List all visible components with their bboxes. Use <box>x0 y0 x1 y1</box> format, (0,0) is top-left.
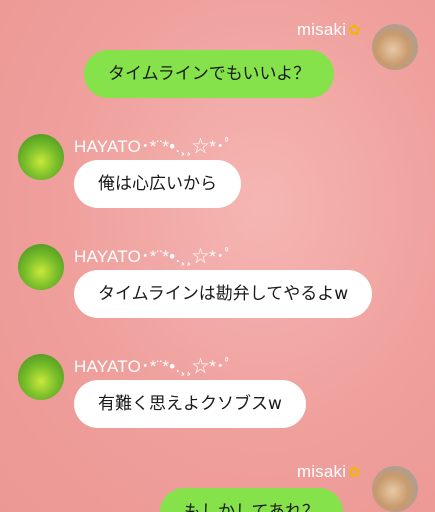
sender-name: HAYATO･*¨*•.¸¸☆*･ﾟ <box>74 357 234 376</box>
contact-avatar[interactable] <box>18 354 64 400</box>
sender-name: misaki ✿ <box>296 20 361 39</box>
message-bubble[interactable]: タイムラインは勘弁してやるよw <box>74 270 373 318</box>
contact-avatar[interactable] <box>18 244 64 290</box>
message-bubble[interactable]: 俺は心広いから <box>74 160 241 208</box>
sender-name: HAYATO･*¨*•.¸¸☆*･ﾟ <box>74 247 234 266</box>
sunflower-icon: ✿ <box>348 464 361 481</box>
sender-name: misaki ✿ <box>296 462 361 481</box>
message-bubble[interactable]: もしかしてあれ？ <box>160 488 343 512</box>
contact-avatar[interactable] <box>18 134 64 180</box>
chat-area: misaki ✿ タイムラインでもいいよ？ HAYATO･*¨*•.¸¸☆*･ﾟ … <box>0 0 435 512</box>
sunflower-icon: ✿ <box>348 22 361 39</box>
message-bubble[interactable]: タイムラインでもいいよ？ <box>84 50 335 98</box>
user-avatar[interactable] <box>372 466 418 512</box>
message-bubble[interactable]: 有難く思えよクソブスw <box>74 380 306 428</box>
user-avatar[interactable] <box>372 24 418 70</box>
sender-name: HAYATO･*¨*•.¸¸☆*･ﾟ <box>74 137 234 156</box>
